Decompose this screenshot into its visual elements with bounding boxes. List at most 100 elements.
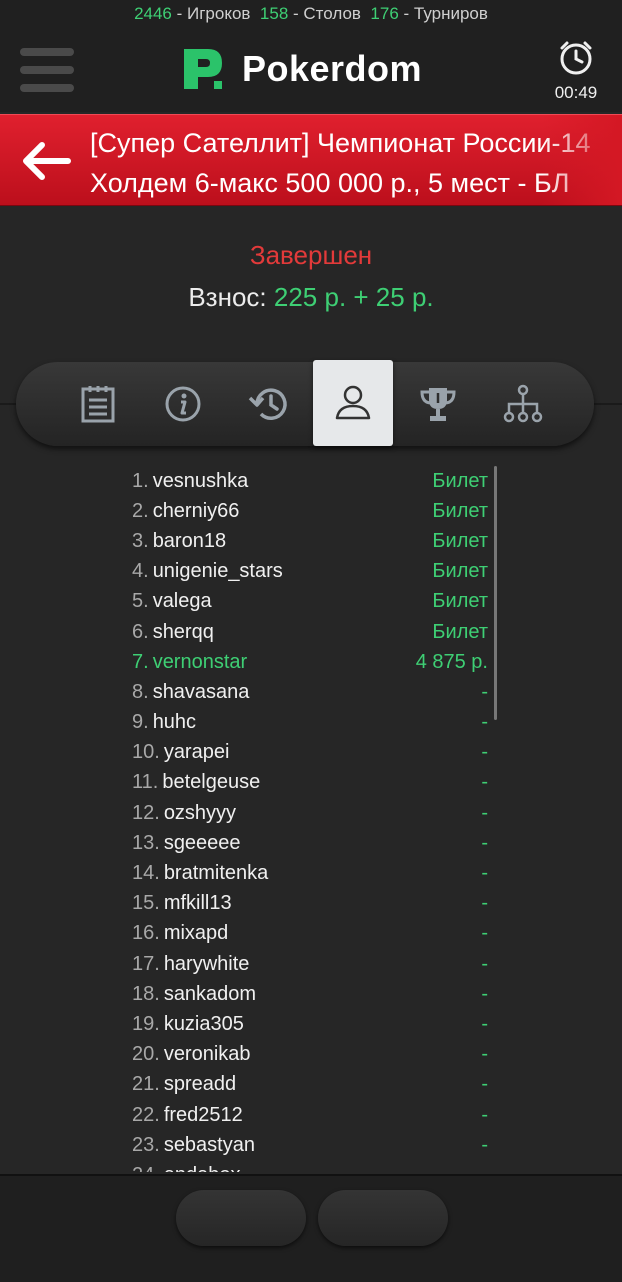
player-row[interactable]: 14. bratmitenka - <box>132 858 488 888</box>
players-count: 2446 <box>134 4 172 23</box>
player-prize: 4 875 р. <box>415 650 488 673</box>
player-row[interactable]: 6. sherqq Билет <box>132 617 488 647</box>
player-nick: cherniy66 <box>152 499 240 522</box>
player-prize: - <box>481 801 488 824</box>
player-prize: - <box>481 771 488 794</box>
player-rank: 3. <box>132 529 149 552</box>
player-rank: 20. <box>132 1043 160 1066</box>
player-prize: - <box>481 1012 488 1035</box>
clock: 00:49 <box>552 40 600 103</box>
list-scrollbar[interactable] <box>494 466 497 720</box>
menu-button[interactable] <box>20 46 76 94</box>
player-nick: ozshyyy <box>163 801 237 824</box>
player-nick: sebastyan <box>163 1133 255 1156</box>
player-row[interactable]: 11. betelgeuse - <box>132 768 488 798</box>
logo-mark-icon <box>178 45 226 93</box>
player-rank: 8. <box>132 680 149 703</box>
tab-summary[interactable] <box>58 362 138 446</box>
bottom-bar <box>0 1174 622 1282</box>
back-arrow-icon <box>23 142 71 180</box>
player-rank: 11. <box>132 771 159 794</box>
info-icon <box>165 386 201 422</box>
fee-label: Взнос: <box>188 282 267 312</box>
player-row[interactable]: 18. sankadom - <box>132 979 488 1009</box>
player-nick: valega <box>152 590 212 613</box>
tab-prizes[interactable] <box>398 362 478 446</box>
player-row[interactable]: 17. harywhite - <box>132 949 488 979</box>
back-button[interactable] <box>18 139 72 183</box>
player-prize: - <box>481 922 488 945</box>
player-prize: - <box>481 1043 488 1066</box>
tab-info[interactable] <box>143 362 223 446</box>
players-list[interactable]: 1. vesnushka Билет 2. cherniy66 Билет 3. baron1… <box>132 466 488 1172</box>
player-row[interactable]: 22. fred2512 - <box>132 1100 488 1130</box>
player-row[interactable]: 7. vernonstar 4 875 р. <box>132 647 488 677</box>
player-rank: 17. <box>132 952 160 975</box>
player-prize: - <box>481 680 488 703</box>
tournament-tabs <box>16 360 594 446</box>
player-row[interactable]: 8. shavasana - <box>132 677 488 707</box>
player-row[interactable]: 20. veronikab - <box>132 1040 488 1070</box>
player-row[interactable]: 3. baron18 Билет <box>132 526 488 556</box>
player-row[interactable]: 4. unigenie_stars Билет <box>132 557 488 587</box>
player-row[interactable]: 12. ozshyyy - <box>132 798 488 828</box>
tournament-title-bar: [Супер Сателлит] Чемпионат России-14 Хол… <box>0 114 622 206</box>
player-prize: - <box>481 862 488 885</box>
player-nick: betelgeuse <box>162 771 261 794</box>
player-row[interactable]: 13. sgeeeee - <box>132 828 488 858</box>
player-prize: - <box>481 711 488 734</box>
clipboard-icon <box>81 386 115 423</box>
player-rank: 5. <box>132 590 149 613</box>
history-icon <box>248 388 287 420</box>
tables-label: Столов <box>303 4 361 23</box>
player-rank: 18. <box>132 982 160 1005</box>
player-rank: 6. <box>132 620 149 643</box>
player-nick: andabox <box>164 1164 482 1172</box>
player-row[interactable]: 10. yarapei - <box>132 738 488 768</box>
tab-players[interactable] <box>313 360 393 446</box>
player-row[interactable]: 9. huhc - <box>132 708 488 738</box>
player-row[interactable]: 2. cherniy66 Билет <box>132 496 488 526</box>
player-row[interactable]: 21. spreadd - <box>132 1070 488 1100</box>
tournaments-label: Турниров <box>413 4 488 23</box>
player-nick: huhc <box>152 711 197 734</box>
tab-structure[interactable] <box>483 362 563 446</box>
player-nick: baron18 <box>152 529 227 552</box>
player-row[interactable]: 16. mixapd - <box>132 919 488 949</box>
player-rank: 4. <box>132 560 149 583</box>
bottom-left-button[interactable] <box>176 1190 306 1246</box>
clock-icon <box>560 41 592 75</box>
player-rank: 12. <box>132 801 160 824</box>
menu-bar-icon <box>20 48 74 56</box>
player-prize: - <box>481 1133 488 1156</box>
player-nick: mixapd <box>163 922 229 945</box>
tables-count: 158 <box>259 4 289 23</box>
player-row[interactable]: 23. sebastyan - <box>132 1130 488 1160</box>
player-prize: Билет <box>432 620 488 643</box>
trophy-icon <box>420 388 456 421</box>
player-row[interactable]: 1. vesnushka Билет <box>132 466 488 496</box>
brand-name: Pokerdom <box>242 48 423 89</box>
online-stats: 2446 - Игроков 158 - Столов 176 - Турнир… <box>134 4 488 23</box>
menu-bar-icon <box>20 66 74 74</box>
player-row[interactable]: 15. mfkill13 - <box>132 889 488 919</box>
player-nick: vernonstar <box>152 650 248 673</box>
player-row[interactable]: 24. andabox- <box>132 1160 488 1172</box>
fee-value: 225 р. + 25 р. <box>273 282 434 312</box>
bottom-right-button[interactable] <box>318 1190 448 1246</box>
player-prize: - <box>481 1103 488 1126</box>
player-rank: 14. <box>132 862 160 885</box>
player-rank: 19. <box>132 1012 160 1035</box>
player-nick: fred2512 <box>163 1103 243 1126</box>
player-nick: veronikab <box>163 1043 251 1066</box>
player-row[interactable]: 19. kuzia305 - <box>132 1009 488 1039</box>
top-bar: 2446 - Игроков 158 - Столов 176 - Турнир… <box>0 0 622 112</box>
player-prize: Билет <box>432 590 488 613</box>
buy-in: Взнос: 225 р. + 25 р. <box>0 282 622 313</box>
tournament-status: Завершен <box>249 240 373 270</box>
player-rank: 24. <box>132 1164 160 1172</box>
tab-history[interactable] <box>228 362 308 446</box>
player-nick: sgeeeee <box>163 831 241 854</box>
player-row[interactable]: 5. valega Билет <box>132 587 488 617</box>
player-rank: 15. <box>132 892 160 915</box>
